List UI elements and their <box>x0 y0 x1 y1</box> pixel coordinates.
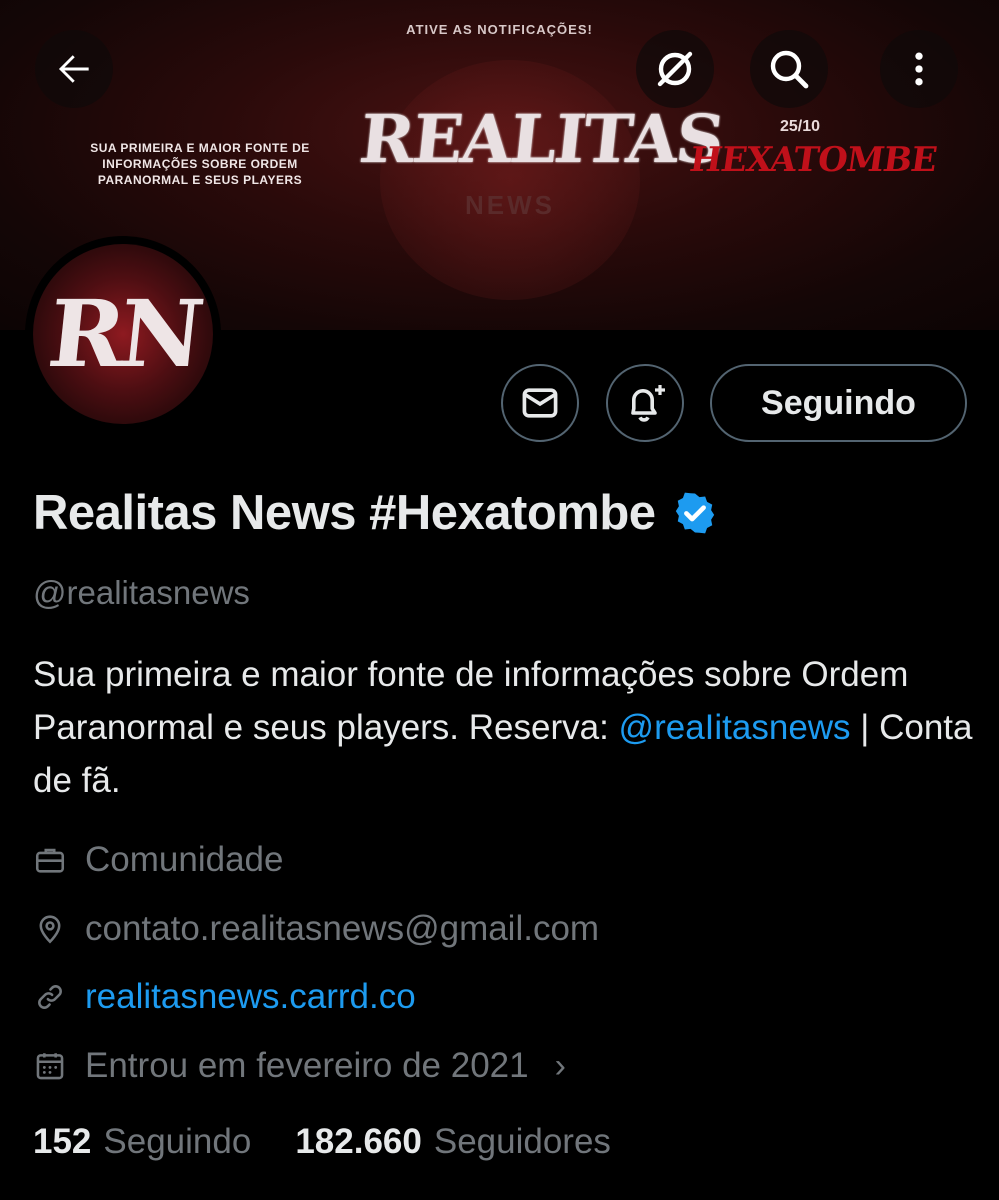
category-row: Comunidade <box>33 838 283 882</box>
location-row: contato.realitasnews@gmail.com <box>33 907 599 951</box>
follow-stats: 152 Seguindo 182.660 Seguidores <box>33 1122 611 1162</box>
banner-logo-sub: NEWS <box>465 190 555 220</box>
following-button[interactable]: Seguindo <box>710 364 967 442</box>
handle: @realitasnews <box>33 574 250 611</box>
bell-plus-icon <box>631 385 665 422</box>
banner-date: 25/10 <box>779 118 821 135</box>
avatar[interactable]: RN <box>25 236 221 432</box>
envelope-icon <box>522 388 558 418</box>
calendar-icon <box>36 1053 64 1080</box>
verified-badge-icon[interactable] <box>672 490 718 536</box>
search-button[interactable] <box>750 30 828 108</box>
grok-button[interactable] <box>636 30 714 108</box>
name-row: Realitas News #Hexatombe <box>33 478 718 548</box>
bio-mention-link[interactable]: @reaIitasnews <box>619 708 851 747</box>
slashed-circle-icon <box>657 51 693 87</box>
banner-logo: REALITAS <box>355 100 727 178</box>
followers-count: 182.660 <box>295 1122 422 1161</box>
following-label: Seguindo <box>103 1122 252 1161</box>
message-button[interactable] <box>501 364 579 442</box>
notifications-button[interactable] <box>606 364 684 442</box>
more-button[interactable] <box>880 30 958 108</box>
website-row[interactable]: realitasnews.carrd.co <box>33 975 416 1019</box>
joined-text: Entrou em fevereiro de 2021 <box>85 1046 529 1085</box>
briefcase-icon <box>35 848 65 873</box>
avatar-image: RN <box>33 244 213 424</box>
banner-event-title: HEXATOMBE <box>687 140 939 180</box>
search-icon <box>770 50 809 89</box>
arrow-left-icon <box>58 55 89 83</box>
location-pin-icon <box>39 915 61 944</box>
followers-stat[interactable]: 182.660 Seguidores <box>295 1122 611 1162</box>
avatar-logo-text: RN <box>43 280 203 388</box>
joined-row[interactable]: Entrou em fevereiro de 2021 › <box>33 1044 566 1088</box>
banner-tagline: SUA PRIMEIRA E MAIOR FONTE DE INFORMAÇÕE… <box>90 141 310 187</box>
followers-label: Seguidores <box>433 1122 611 1161</box>
banner-glow <box>380 60 640 300</box>
banner-notification-text: ATIVE AS NOTIFICAÇÕES! <box>406 22 593 37</box>
bio: Sua primeira e maior fonte de informaçõe… <box>33 648 973 807</box>
location-text: contato.realitasnews@gmail.com <box>85 909 600 948</box>
display-name: Realitas News #Hexatombe <box>33 486 656 540</box>
category-text: Comunidade <box>85 840 284 879</box>
back-button[interactable] <box>35 30 113 108</box>
link-icon <box>38 985 62 1009</box>
chevron-right-icon[interactable]: › <box>555 1047 566 1086</box>
more-vertical-icon <box>915 52 923 86</box>
following-count: 152 <box>33 1122 92 1161</box>
following-stat[interactable]: 152 Seguindo <box>33 1122 251 1162</box>
website-link[interactable]: realitasnews.carrd.co <box>85 977 416 1017</box>
